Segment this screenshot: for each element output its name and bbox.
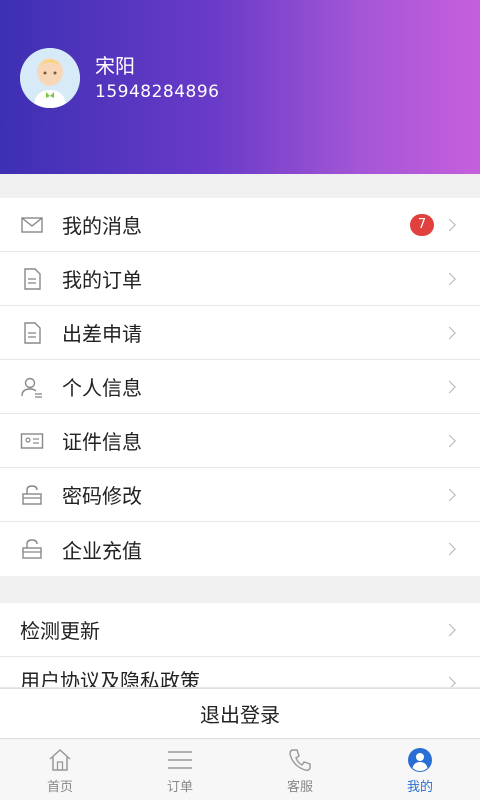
chevron-right-icon bbox=[443, 218, 456, 231]
chevron-right-icon bbox=[443, 676, 456, 687]
id-card-icon bbox=[20, 432, 44, 449]
menu-item-personal-info[interactable]: 个人信息 bbox=[0, 360, 480, 414]
menu-item-label: 用户协议及隐私政策 bbox=[20, 669, 200, 688]
menu-item-travel-request[interactable]: 出差申请 bbox=[0, 306, 480, 360]
home-icon bbox=[49, 748, 71, 771]
menu-item-label: 我的订单 bbox=[62, 268, 142, 292]
tab-orders[interactable]: 订单 bbox=[120, 739, 240, 800]
document-icon bbox=[24, 321, 41, 344]
tab-customer-service[interactable]: 客服 bbox=[240, 739, 360, 800]
menu-item-label: 证件信息 bbox=[62, 430, 142, 454]
avatar[interactable] bbox=[20, 48, 80, 108]
user-phone: 15948284896 bbox=[95, 82, 220, 102]
menu-item-id-info[interactable]: 证件信息 bbox=[0, 414, 480, 468]
unread-badge: 7 bbox=[410, 213, 434, 236]
menu-item-check-update[interactable]: 检测更新 bbox=[0, 603, 480, 657]
menu-item-privacy-policy[interactable]: 用户协议及隐私政策 bbox=[0, 657, 480, 688]
main-menu: 我的消息 7 我的订单 出差申请 个人信息 证件信息 密码修改 企业充值 bbox=[0, 198, 480, 576]
menu-item-label: 个人信息 bbox=[62, 376, 142, 400]
user-name: 宋阳 bbox=[95, 54, 135, 78]
menu-item-label: 企业充值 bbox=[62, 538, 142, 563]
lock-icon bbox=[22, 484, 42, 505]
chevron-right-icon bbox=[443, 488, 456, 501]
chevron-right-icon bbox=[443, 542, 456, 556]
menu-item-enterprise-recharge[interactable]: 企业充值 bbox=[0, 522, 480, 576]
tab-label: 客服 bbox=[286, 779, 313, 795]
section-divider bbox=[0, 577, 480, 603]
menu-item-label: 密码修改 bbox=[62, 484, 142, 508]
phone-icon bbox=[289, 748, 311, 771]
menu-item-messages[interactable]: 我的消息 7 bbox=[0, 198, 480, 252]
avatar-image bbox=[20, 48, 80, 108]
lock-icon bbox=[22, 539, 42, 559]
menu-item-label: 出差申请 bbox=[62, 322, 142, 346]
tab-home[interactable]: 首页 bbox=[0, 739, 120, 800]
bottom-tab-bar: 首页 订单 客服 我的 bbox=[0, 738, 480, 800]
chevron-right-icon bbox=[443, 434, 456, 447]
tab-mine[interactable]: 我的 bbox=[360, 739, 480, 800]
settings-menu: 检测更新 用户协议及隐私政策 bbox=[0, 603, 480, 688]
list-icon bbox=[168, 750, 192, 769]
section-divider bbox=[0, 174, 480, 198]
user-icon bbox=[21, 377, 42, 398]
tab-label: 订单 bbox=[166, 779, 193, 795]
tab-label: 我的 bbox=[406, 779, 433, 795]
menu-item-label: 我的消息 bbox=[62, 214, 142, 238]
menu-item-orders[interactable]: 我的订单 bbox=[0, 252, 480, 306]
mail-icon bbox=[21, 216, 43, 233]
chevron-right-icon bbox=[443, 380, 456, 393]
chevron-right-icon bbox=[443, 623, 456, 636]
chevron-right-icon bbox=[443, 326, 456, 339]
chevron-right-icon bbox=[443, 272, 456, 285]
profile-header: 宋阳 15948284896 bbox=[0, 0, 480, 174]
document-icon bbox=[24, 267, 41, 290]
menu-item-change-password[interactable]: 密码修改 bbox=[0, 468, 480, 522]
profile-icon bbox=[408, 747, 432, 772]
tab-label: 首页 bbox=[46, 779, 73, 795]
logout-button[interactable]: 退出登录 bbox=[0, 688, 480, 738]
menu-item-label: 检测更新 bbox=[20, 619, 100, 643]
